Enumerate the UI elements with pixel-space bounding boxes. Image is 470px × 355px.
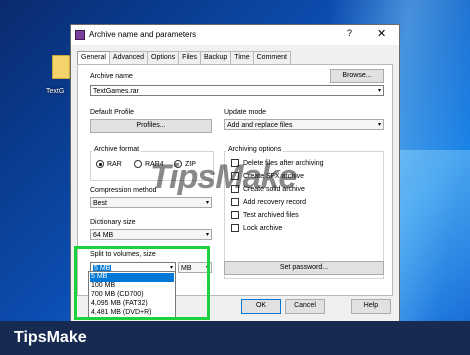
archive-name-field[interactable]: TextGames.rar ▾	[90, 85, 384, 96]
dictionary-size-label: Dictionary size	[90, 219, 136, 226]
ok-button[interactable]: OK	[241, 299, 281, 314]
tab-comment[interactable]: Comment	[252, 51, 291, 64]
tab-options[interactable]: Options	[147, 51, 180, 64]
close-icon[interactable]: ✕	[377, 27, 386, 40]
tab-files[interactable]: Files	[178, 51, 201, 64]
tutorial-highlight-box	[74, 246, 210, 320]
test-files-label[interactable]: Test archived files	[243, 212, 299, 219]
browse-button[interactable]: Browse...	[330, 69, 384, 83]
dialog-title: Archive name and parameters	[89, 30, 197, 39]
archive-format-label: Archive format	[92, 146, 142, 153]
chevron-down-icon[interactable]: ▾	[206, 199, 209, 206]
recovery-record-label[interactable]: Add recovery record	[243, 199, 306, 206]
dictionary-size-value: 64 MB	[93, 232, 114, 239]
archiving-options-label: Archiving options	[226, 146, 284, 153]
update-mode-value: Add and replace files	[227, 122, 293, 129]
archive-name-value: TextGames.rar	[93, 88, 139, 95]
rar-label[interactable]: RAR	[107, 161, 122, 168]
update-mode-label: Update mode	[224, 109, 267, 116]
set-password-button[interactable]: Set password...	[224, 261, 384, 275]
brand-label: TipsMake	[14, 329, 87, 346]
test-files-checkbox[interactable]	[231, 211, 239, 219]
lock-archive-checkbox[interactable]	[231, 224, 239, 232]
tab-backup[interactable]: Backup	[199, 51, 232, 64]
rar4-radio[interactable]	[134, 160, 142, 168]
cancel-button[interactable]: Cancel	[285, 299, 325, 314]
archive-name-label: Archive name	[90, 73, 133, 80]
tab-strip: General Advanced Options Files Backup Ti…	[77, 51, 291, 65]
rar-radio[interactable]	[96, 160, 104, 168]
compression-method-value: Best	[93, 200, 108, 207]
recovery-record-checkbox[interactable]	[231, 198, 239, 206]
chevron-down-icon[interactable]: ▾	[206, 231, 209, 238]
desktop-icon-label[interactable]: TextG	[46, 88, 64, 95]
help-icon[interactable]: ?	[347, 28, 352, 38]
text-file-icon[interactable]	[52, 55, 70, 79]
watermark: TipsMake	[150, 158, 297, 196]
lock-archive-label[interactable]: Lock archive	[243, 225, 282, 232]
compression-method-select[interactable]: Best ▾	[90, 197, 212, 208]
chevron-down-icon[interactable]: ▾	[378, 87, 381, 94]
help-button[interactable]: Help	[351, 299, 391, 314]
tab-time[interactable]: Time	[230, 51, 254, 64]
profiles-button[interactable]: Profiles...	[90, 119, 212, 133]
footer-banner: TipsMake	[0, 321, 470, 355]
dictionary-size-select[interactable]: 64 MB ▾	[90, 229, 212, 240]
default-profile-label: Default Profile	[90, 109, 134, 116]
title-bar[interactable]: Archive name and parameters ? ✕	[71, 25, 399, 45]
tab-general[interactable]: General	[77, 51, 110, 65]
update-mode-select[interactable]: Add and replace files ▾	[224, 119, 384, 130]
chevron-down-icon[interactable]: ▾	[378, 121, 381, 128]
winrar-icon	[75, 30, 85, 40]
tab-advanced[interactable]: Advanced	[108, 51, 149, 64]
compression-method-label: Compression method	[90, 187, 157, 194]
